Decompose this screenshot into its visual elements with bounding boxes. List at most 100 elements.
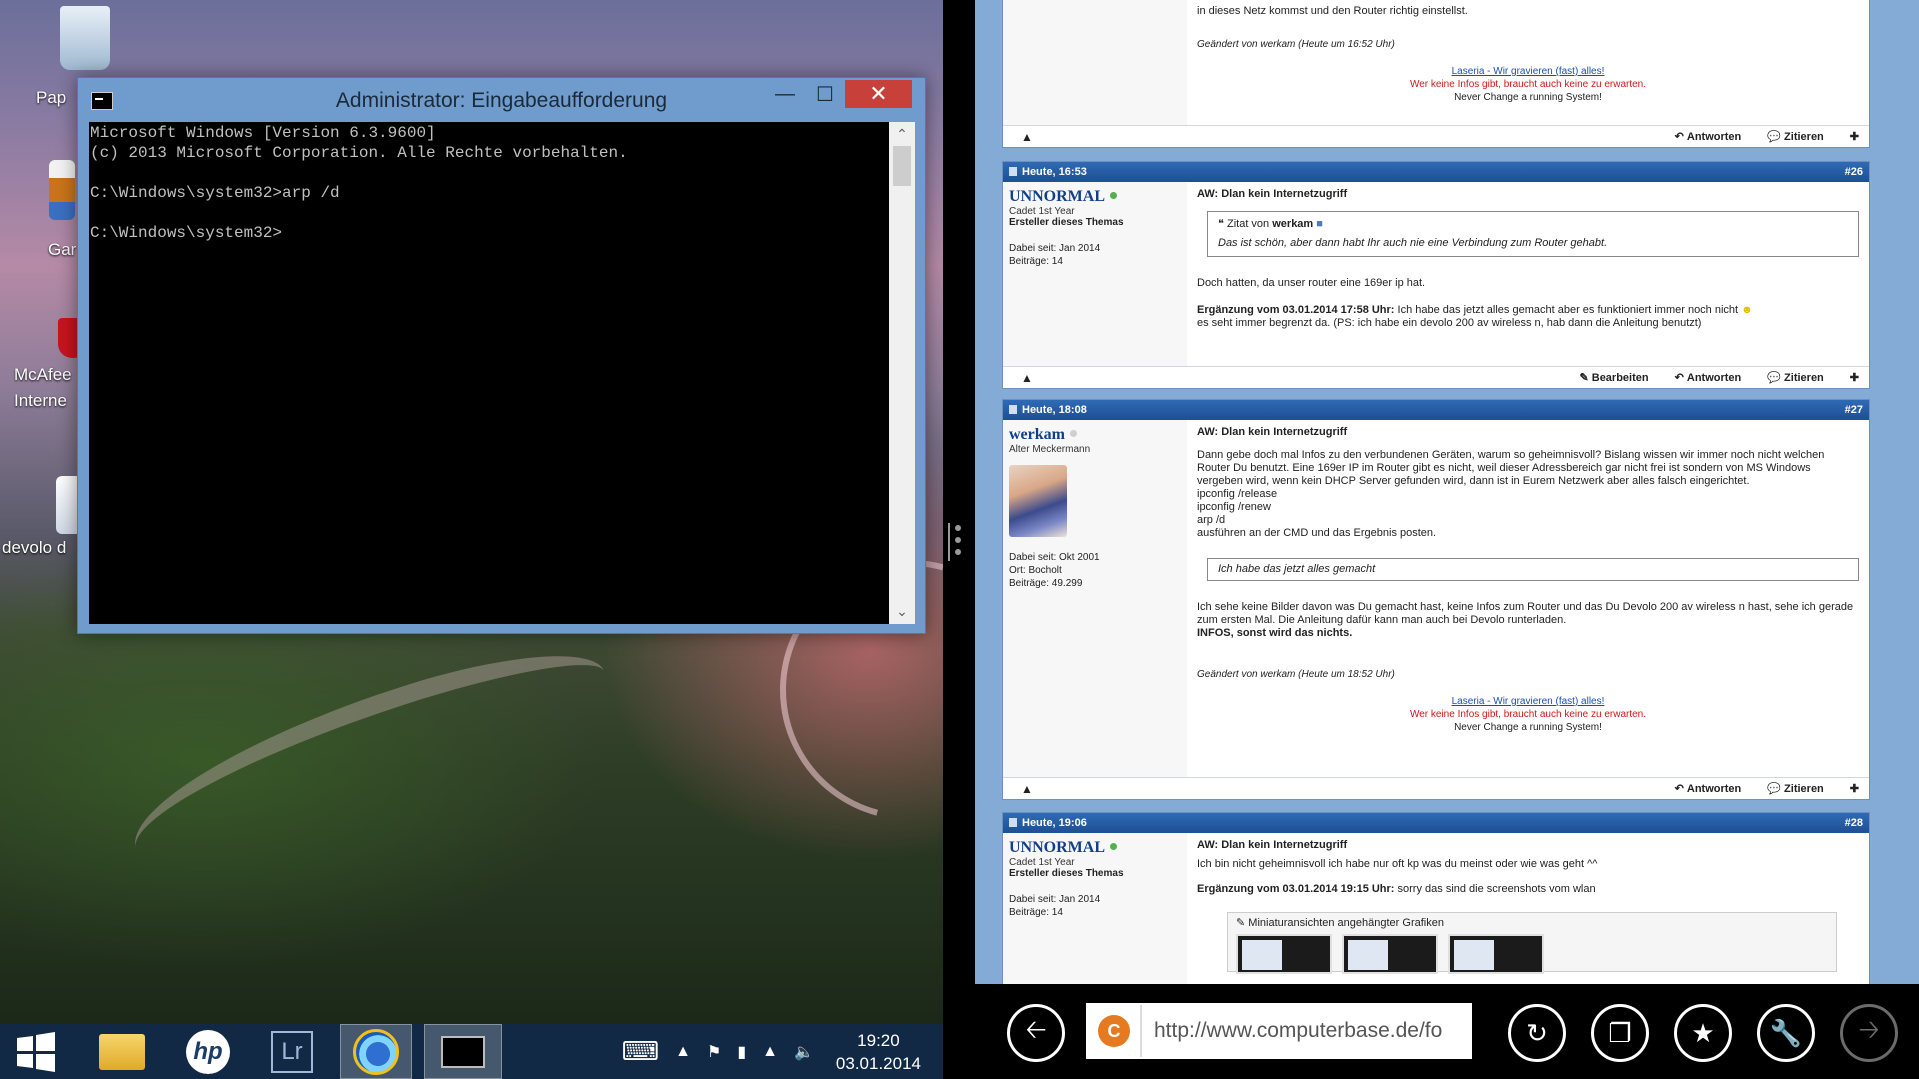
attachment-thumbnail[interactable] [1342, 934, 1438, 974]
road-scenery [113, 625, 627, 895]
quote-button[interactable]: 💬 Zitieren [1767, 130, 1824, 143]
page-tools-button[interactable]: 🔧 [1757, 1004, 1815, 1062]
start-button[interactable] [0, 1024, 72, 1079]
post-text: Ich habe das jetzt alles gemacht aber es… [1394, 304, 1739, 316]
paperclip-icon: ✎ [1236, 917, 1246, 929]
post-text: ipconfig /renew [1197, 501, 1271, 513]
refresh-button[interactable]: ↻ [1508, 1004, 1566, 1062]
cmd-icon [441, 1035, 485, 1068]
report-icon[interactable]: ▲ [1021, 782, 1033, 796]
avatar[interactable] [1009, 465, 1067, 537]
taskbar-internet-explorer[interactable] [340, 1024, 412, 1079]
post-number[interactable]: #27 [1845, 404, 1863, 416]
system-tray: ⌨ ▲ ⚑ ▮ ▲ 🔈 19:20 03.01.2014 [614, 1024, 943, 1079]
divider-bar [948, 523, 950, 561]
windows-logo-icon [17, 1031, 55, 1072]
username[interactable]: UNNORMAL [1009, 188, 1181, 206]
battery-icon[interactable]: ▮ [737, 1042, 746, 1062]
minimize-button[interactable]: — [765, 80, 805, 108]
taskbar-clock[interactable]: 19:20 03.01.2014 [836, 1029, 921, 1075]
forward-button[interactable]: 🡢 [1840, 1004, 1898, 1062]
user-rank: Alter Meckermann [1009, 444, 1091, 455]
signature-link[interactable]: Laseria - Wir gravieren (fast) alles! [1197, 65, 1859, 78]
post-header: Heute, 16:53 #26 [1003, 162, 1869, 182]
post-footer: ▲ ✎ Bearbeiten ↶ Antworten 💬 Zitieren ✚ [1003, 366, 1869, 388]
username[interactable]: werkam [1009, 426, 1181, 444]
desktop-icon-devolo[interactable]: devolo d [2, 476, 82, 558]
attachment-thumbnail[interactable] [1448, 934, 1544, 974]
volume-icon[interactable]: 🔈 [794, 1042, 814, 1062]
quote-author[interactable]: werkam [1272, 218, 1313, 230]
hp-logo-icon: hp [186, 1029, 230, 1074]
snap-divider[interactable] [943, 0, 975, 1079]
divider-grip[interactable] [955, 525, 961, 561]
multiquote-icon[interactable]: ✚ [1850, 782, 1859, 795]
quote-text: Das ist schön, aber dann habt Ihr auch n… [1218, 237, 1608, 249]
edit-button[interactable]: ✎ Bearbeiten [1579, 371, 1648, 384]
tabs-button[interactable]: ❐ [1591, 1004, 1649, 1062]
post-number[interactable]: #26 [1845, 166, 1863, 178]
close-button[interactable]: ✕ [845, 80, 912, 108]
post-sidebar [1003, 0, 1187, 125]
back-button[interactable]: 🡠 [1007, 1004, 1065, 1062]
taskbar-hp[interactable]: hp [172, 1024, 244, 1079]
desktop-icon-recycle-bin[interactable]: Pap [36, 6, 130, 107]
signature-text: Never Change a running System! [1454, 92, 1602, 103]
post-date: Heute, 16:53 [1009, 166, 1087, 178]
post-header: Heute, 18:08 #27 [1003, 400, 1869, 420]
scroll-down-icon[interactable]: ⌄ [889, 603, 915, 620]
quote-button[interactable]: 💬 Zitieren [1767, 371, 1824, 384]
desktop-icon-game[interactable]: Gar [42, 160, 82, 259]
signature-link[interactable]: Laseria - Wir gravieren (fast) alles! [1197, 695, 1859, 708]
url-text[interactable]: http://www.computerbase.de/fo [1142, 1019, 1442, 1043]
cmd-window[interactable]: Administrator: Eingabeaufforderung — ☐ ✕… [77, 77, 926, 634]
back-arrow-icon: 🡠 [1025, 1014, 1047, 1044]
multiquote-icon[interactable]: ✚ [1850, 371, 1859, 384]
keyboard-icon[interactable]: ⌨ [622, 1036, 660, 1067]
post-content: AW: Dlan kein Internetzugriff Dann gebe … [1187, 420, 1869, 777]
reply-button[interactable]: ↶ Antworten [1675, 782, 1742, 795]
reply-button[interactable]: ↶ Antworten [1675, 130, 1742, 143]
attachment-thumbnail[interactable] [1236, 934, 1332, 974]
forum-page[interactable]: in dieses Netz kommst und den Router ric… [1002, 0, 1870, 984]
close-icon: ✕ [869, 81, 888, 106]
post-text: arp /d [1197, 514, 1226, 526]
post-footer: ▲ ↶ Antworten 💬 Zitieren ✚ [1003, 125, 1869, 147]
address-bar[interactable]: C http://www.computerbase.de/fo [1086, 1003, 1472, 1059]
forum-post-26: Heute, 16:53 #26 UNNORMAL Cadet 1st Year… [1002, 161, 1870, 389]
taskbar-lightroom[interactable]: Lr [256, 1024, 328, 1079]
post-title: AW: Dlan kein Internetzugriff [1197, 426, 1348, 438]
clock-date: 03.01.2014 [835, 1053, 921, 1073]
taskbar-file-explorer[interactable] [86, 1024, 158, 1079]
report-icon[interactable]: ▲ [1021, 371, 1033, 385]
post-sidebar: werkam Alter Meckermann Dabei seit: Okt … [1003, 420, 1187, 777]
multiquote-icon[interactable]: ✚ [1850, 130, 1859, 143]
post-number[interactable]: #28 [1845, 817, 1863, 829]
lightroom-icon: Lr [271, 1030, 313, 1073]
signature: Laseria - Wir gravieren (fast) alles! We… [1197, 65, 1859, 104]
cmd-titlebar[interactable]: Administrator: Eingabeaufforderung — ☐ ✕ [78, 78, 925, 122]
cmd-console-output[interactable]: Microsoft Windows [Version 6.3.9600] (c)… [89, 122, 889, 624]
taskbar-cmd[interactable] [424, 1024, 502, 1079]
signature-text: Never Change a running System! [1454, 722, 1602, 733]
cmd-scrollbar[interactable]: ⌃ ⌄ [889, 122, 915, 624]
maximize-button[interactable]: ☐ [805, 80, 845, 108]
quote-button[interactable]: 💬 Zitieren [1767, 782, 1824, 795]
username[interactable]: UNNORMAL [1009, 839, 1181, 857]
post-text: INFOS, sonst wird das nichts. [1197, 627, 1353, 639]
view-post-icon[interactable]: ■ [1316, 218, 1323, 230]
desktop-icon-label: Pap [36, 88, 67, 107]
folder-icon [99, 1033, 145, 1070]
action-center-flag-icon[interactable]: ⚑ [707, 1042, 721, 1062]
scroll-up-icon[interactable]: ⌃ [889, 126, 915, 143]
desktop: Pap Gar McAfee Interne devolo d Administ… [0, 0, 943, 1024]
desktop-icon-mcafee[interactable]: McAfee Interne [14, 318, 88, 414]
favorites-button[interactable]: ★ [1674, 1004, 1732, 1062]
report-icon[interactable]: ▲ [1021, 130, 1033, 144]
show-hidden-icons-icon[interactable]: ▲ [675, 1043, 691, 1061]
user-location: Ort: Bocholt [1009, 565, 1062, 576]
post-sidebar: UNNORMAL Cadet 1st Year Ersteller dieses… [1003, 833, 1187, 984]
scroll-thumb[interactable] [893, 146, 911, 186]
reply-button[interactable]: ↶ Antworten [1675, 371, 1742, 384]
network-signal-icon[interactable]: ▲ [762, 1043, 778, 1061]
